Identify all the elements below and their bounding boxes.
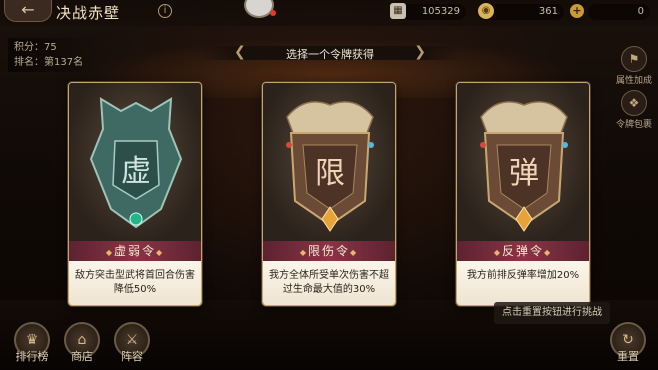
card-name-text: 限伤令 xyxy=(307,244,350,258)
token-bag-icon: ❖ xyxy=(621,90,647,116)
shop-label: 商店 xyxy=(71,350,93,363)
ingot-icon: ◉ xyxy=(478,3,494,19)
ranking-label: 排行榜 xyxy=(15,350,49,363)
card-description: 敌方突击型武将首回合伤害降低50% xyxy=(69,261,201,305)
calendar-icon: ▦ xyxy=(390,3,406,19)
shop-button[interactable]: ⌂ 商店 xyxy=(62,322,102,364)
card-art: 弹 xyxy=(457,83,589,241)
token-pack-label: 令牌包裹 xyxy=(615,120,652,130)
svg-text:虚: 虚 xyxy=(121,154,151,189)
resource-value-3: 0 xyxy=(637,6,644,17)
card-name-text: 虚弱令 xyxy=(113,244,156,258)
selection-banner: ❮ 选择一个令牌获得 ❯ xyxy=(200,44,460,62)
card-name: ◆虚弱令◆ xyxy=(69,241,201,261)
bronze-token-icon: 限 xyxy=(286,101,374,232)
bronze-token-icon: 弹 xyxy=(480,101,568,232)
chevron-right-icon: ❯ xyxy=(414,44,426,60)
token-card-reflect[interactable]: 弹 ◆反弹令◆ 我方前排反弹率增加20% xyxy=(456,82,590,306)
ranking-button[interactable]: ♛ 排行榜 xyxy=(12,322,52,364)
token-card-damage-cap[interactable]: 限 ◆限伤令◆ 我方全体所受单次伤害不超过生命最大值的30% xyxy=(262,82,396,306)
add-currency-button[interactable]: + xyxy=(570,4,584,18)
arrow-left-icon: ← xyxy=(21,0,35,19)
lineup-button[interactable]: ⚔ 阵容 xyxy=(112,322,152,364)
top-bar: ← 决战赤壁 i 105329 ▦ 361 ◉ + 0 xyxy=(0,0,658,26)
reset-hint-tooltip: 点击重置按钮进行挑战 xyxy=(494,302,610,324)
page-title: 决战赤壁 xyxy=(56,4,121,22)
card-art: 虚 xyxy=(69,83,201,241)
back-button[interactable]: ← xyxy=(4,0,52,22)
attribute-bonus-label: 属性加成 xyxy=(615,76,652,86)
card-name: ◆反弹令◆ xyxy=(457,241,589,261)
info-icon[interactable]: i xyxy=(158,4,172,18)
score-panel: 积分：75 排名：第137名 xyxy=(8,38,100,72)
jade-token-icon: 虚 xyxy=(89,97,183,229)
attribute-bonus-button[interactable]: ⚑ 属性加成 xyxy=(614,46,654,86)
reset-label: 重置 xyxy=(617,350,639,363)
card-description: 我方前排反弹率增加20% xyxy=(457,261,589,305)
svg-text:限: 限 xyxy=(315,156,345,191)
token-card-weaken[interactable]: 虚 ◆虚弱令◆ 敌方突击型武将首回合伤害降低50% xyxy=(68,82,202,306)
notification-dot xyxy=(270,10,276,16)
flag-icon: ⚑ xyxy=(621,46,647,72)
card-name: ◆限伤令◆ xyxy=(263,241,395,261)
resource-value-2: 361 xyxy=(538,6,558,17)
resource-bar-3: 0 xyxy=(588,4,650,20)
avatar[interactable] xyxy=(244,0,274,18)
resource-value-1: 105329 xyxy=(421,6,460,17)
svg-text:弹: 弹 xyxy=(509,156,539,191)
lineup-label: 阵容 xyxy=(121,350,143,363)
reset-button[interactable]: ↻ 重置 xyxy=(608,322,648,364)
score-rank: 排名：第137名 xyxy=(14,57,84,68)
token-pack-button[interactable]: ❖ 令牌包裹 xyxy=(614,90,654,130)
card-name-text: 反弹令 xyxy=(501,244,544,258)
card-description: 我方全体所受单次伤害不超过生命最大值的30% xyxy=(263,261,395,305)
card-art: 限 xyxy=(263,83,395,241)
score-points: 积分：75 xyxy=(14,42,57,53)
